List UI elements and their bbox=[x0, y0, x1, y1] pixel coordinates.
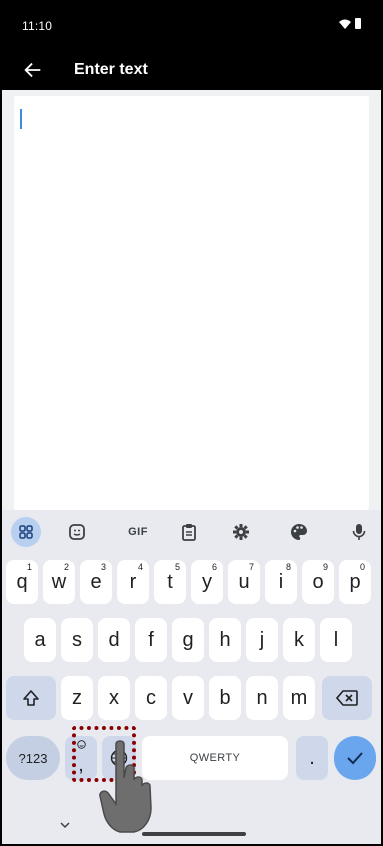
key-g[interactable]: g bbox=[172, 618, 204, 662]
key-n[interactable]: n bbox=[246, 676, 278, 720]
key-label: k bbox=[294, 628, 304, 651]
symbols-key[interactable]: ?123 bbox=[6, 736, 60, 780]
battery-icon bbox=[355, 18, 361, 29]
key-label: s bbox=[72, 628, 82, 651]
key-hint: 5 bbox=[174, 562, 180, 572]
tap-hand-icon bbox=[99, 740, 152, 833]
key-label: r bbox=[129, 570, 137, 593]
checkmark-icon bbox=[347, 752, 363, 765]
key-hint: 1 bbox=[26, 562, 32, 572]
navigation-bar bbox=[2, 810, 381, 844]
key-e[interactable]: e3 bbox=[80, 560, 112, 604]
key-s[interactable]: s bbox=[61, 618, 93, 662]
arrow-back-icon[interactable] bbox=[22, 59, 44, 81]
status-bar: 11:10 bbox=[2, 2, 381, 50]
key-label: p bbox=[349, 570, 361, 593]
key-l[interactable]: l bbox=[320, 618, 352, 662]
text-cursor bbox=[20, 109, 22, 129]
key-label: b bbox=[219, 686, 231, 709]
key-label: d bbox=[108, 628, 120, 651]
key-t[interactable]: t5 bbox=[154, 560, 186, 604]
key-a[interactable]: a bbox=[24, 618, 56, 662]
key-label: ?123 bbox=[18, 750, 48, 766]
key-label: q bbox=[16, 570, 28, 593]
key-label: l bbox=[333, 628, 339, 651]
key-h[interactable]: h bbox=[209, 618, 241, 662]
keyboard-toolbar: GIF bbox=[2, 510, 381, 554]
shift-key[interactable] bbox=[6, 676, 56, 720]
key-label: a bbox=[34, 628, 46, 651]
key-f[interactable]: f bbox=[135, 618, 167, 662]
key-hint: 6 bbox=[211, 562, 217, 572]
key-i[interactable]: i8 bbox=[265, 560, 297, 604]
period-key[interactable]: . bbox=[296, 736, 328, 780]
app-bar: Enter text bbox=[2, 50, 381, 90]
key-r[interactable]: r4 bbox=[117, 560, 149, 604]
key-label: QWERTY bbox=[189, 752, 241, 764]
key-hint: 7 bbox=[248, 562, 254, 572]
key-q[interactable]: q1 bbox=[6, 560, 38, 604]
status-icons bbox=[339, 18, 361, 29]
settings-gear-icon[interactable] bbox=[226, 517, 256, 547]
key-label: t bbox=[167, 570, 173, 593]
key-hint: 2 bbox=[63, 562, 69, 572]
key-hint: 9 bbox=[322, 562, 328, 572]
key-label: y bbox=[202, 570, 212, 593]
apps-grid-icon[interactable] bbox=[11, 517, 41, 547]
clipboard-icon[interactable] bbox=[174, 517, 204, 547]
key-u[interactable]: u7 bbox=[228, 560, 260, 604]
key-label: m bbox=[290, 686, 308, 709]
key-o[interactable]: o9 bbox=[302, 560, 334, 604]
key-hint: 3 bbox=[100, 562, 106, 572]
sticker-icon[interactable] bbox=[62, 517, 92, 547]
soft-keyboard: GIF q1 w2 e3 r4 t5 y6 u7 i8 o9 p0 a s d … bbox=[2, 510, 381, 844]
key-label: j bbox=[259, 628, 265, 651]
key-label: c bbox=[146, 686, 156, 709]
key-label: n bbox=[256, 686, 268, 709]
palette-icon[interactable] bbox=[284, 517, 314, 547]
key-label: h bbox=[219, 628, 231, 651]
key-v[interactable]: v bbox=[172, 676, 204, 720]
key-label: w bbox=[51, 570, 67, 593]
backspace-icon bbox=[336, 690, 358, 706]
gif-label: GIF bbox=[128, 526, 148, 538]
key-hint: 4 bbox=[137, 562, 143, 572]
key-c[interactable]: c bbox=[135, 676, 167, 720]
key-w[interactable]: w2 bbox=[43, 560, 75, 604]
key-p[interactable]: p0 bbox=[339, 560, 371, 604]
key-label: f bbox=[148, 628, 154, 651]
key-k[interactable]: k bbox=[283, 618, 315, 662]
shift-icon bbox=[23, 690, 39, 706]
key-z[interactable]: z bbox=[61, 676, 93, 720]
key-b[interactable]: b bbox=[209, 676, 241, 720]
key-label: x bbox=[109, 686, 119, 709]
key-label: z bbox=[72, 686, 82, 709]
status-time: 11:10 bbox=[22, 19, 53, 33]
editor-background bbox=[2, 90, 381, 510]
backspace-key[interactable] bbox=[322, 676, 372, 720]
key-d[interactable]: d bbox=[98, 618, 130, 662]
gif-button[interactable]: GIF bbox=[123, 517, 153, 547]
key-label: e bbox=[90, 570, 102, 593]
chevron-down-icon[interactable] bbox=[58, 818, 72, 832]
key-x[interactable]: x bbox=[98, 676, 130, 720]
key-label: g bbox=[182, 628, 194, 651]
key-label: u bbox=[238, 570, 250, 593]
wifi-icon bbox=[339, 19, 351, 29]
screen: 11:10 Enter text GIF q 1 w 2 e 3 r 4 t 5… bbox=[0, 0, 383, 846]
page-title: Enter text bbox=[74, 61, 148, 78]
key-y[interactable]: y6 bbox=[191, 560, 223, 604]
text-input[interactable] bbox=[14, 96, 369, 510]
mic-icon[interactable] bbox=[344, 517, 374, 547]
key-hint: 8 bbox=[285, 562, 291, 572]
key-label: i bbox=[278, 570, 284, 593]
key-label: o bbox=[312, 570, 324, 593]
enter-key[interactable] bbox=[334, 736, 376, 780]
key-hint: 0 bbox=[359, 562, 365, 572]
key-label: . bbox=[309, 746, 315, 769]
key-label: v bbox=[183, 686, 193, 709]
key-j[interactable]: j bbox=[246, 618, 278, 662]
key-m[interactable]: m bbox=[283, 676, 315, 720]
